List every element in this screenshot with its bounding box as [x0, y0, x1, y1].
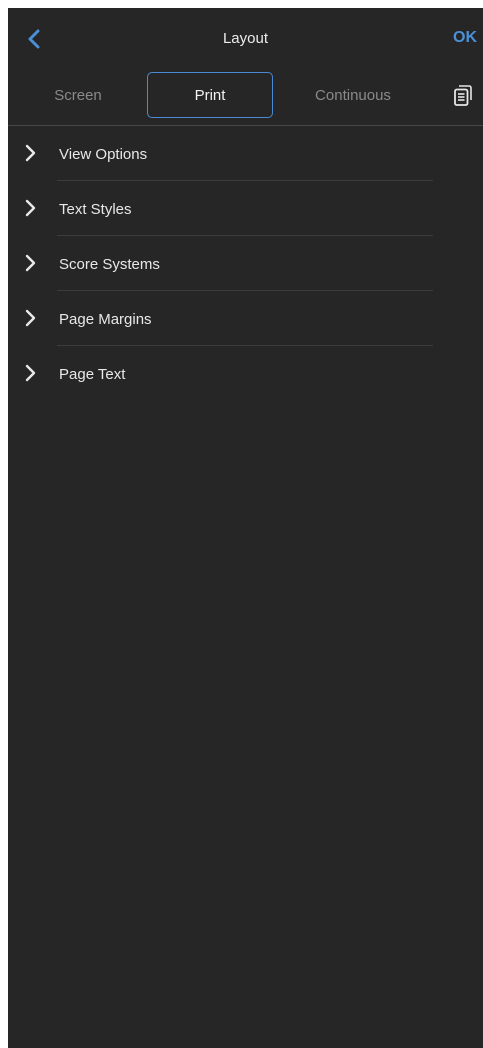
layout-panel: Layout OK Screen Print Continuous View O… — [8, 8, 483, 1048]
section-label: Score Systems — [59, 256, 160, 273]
section-label: View Options — [59, 146, 148, 163]
chevron-right-icon — [25, 254, 36, 272]
section-list: View Options Text Styles Score Systems P… — [8, 126, 483, 401]
layout-mode-tabs: Screen Print Continuous — [8, 70, 483, 124]
chevron-right-icon — [25, 144, 36, 162]
document-pages-icon — [454, 85, 472, 106]
tab-continuous[interactable]: Continuous — [288, 72, 418, 118]
section-label: Page Margins — [59, 311, 152, 328]
ok-button[interactable]: OK — [453, 29, 477, 47]
header: Layout OK — [8, 8, 483, 70]
section-label: Text Styles — [59, 201, 132, 218]
chevron-right-icon — [25, 199, 36, 217]
page-title: Layout — [222, 30, 269, 47]
section-page-text[interactable]: Page Text — [8, 346, 483, 401]
chevron-right-icon — [25, 309, 36, 327]
section-text-styles[interactable]: Text Styles — [8, 181, 483, 236]
section-label: Page Text — [59, 366, 126, 383]
tab-screen[interactable]: Screen — [18, 72, 138, 118]
chevron-right-icon — [25, 364, 36, 382]
tab-print[interactable]: Print — [147, 72, 273, 118]
document-pages-button[interactable] — [452, 84, 474, 108]
section-score-systems[interactable]: Score Systems — [8, 236, 483, 291]
section-page-margins[interactable]: Page Margins — [8, 291, 483, 346]
section-view-options[interactable]: View Options — [8, 126, 483, 181]
